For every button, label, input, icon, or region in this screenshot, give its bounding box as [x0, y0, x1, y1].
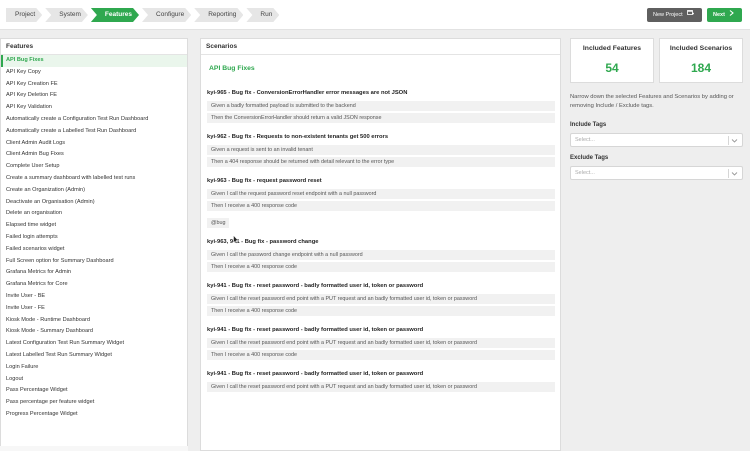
features-panel-title: Features [1, 39, 187, 55]
next-label: Next [713, 12, 725, 18]
chevron-down-icon[interactable] [731, 137, 738, 144]
scenarios-panel: Scenarios API Bug Fixes kyi-965 - Bug fi… [200, 38, 561, 451]
scenario-block: kyi-963 - Bug fix - request password res… [207, 176, 555, 228]
scenario-name: kyi-963, 941 - Bug fix - password change [207, 239, 319, 245]
feature-list-item[interactable]: API Key Deletion FE [1, 90, 187, 102]
feature-list-item[interactable]: Latest Labelled Test Run Summary Widget [1, 350, 187, 362]
feature-list-item[interactable]: Pass percentage per feature widget [1, 397, 187, 409]
scenario-feature-title: API Bug Fixes [209, 65, 255, 72]
feature-list-item[interactable]: Login Failure [1, 362, 187, 374]
breadcrumb-step-system[interactable]: System [45, 8, 88, 22]
scenario-step: Then a 404 response should be returned w… [207, 157, 555, 167]
scenario-step: Then I receive a 400 response code [207, 350, 555, 360]
feature-list-item[interactable]: Progress Percentage Widget [1, 409, 187, 421]
new-project-button[interactable]: New Project [647, 8, 702, 22]
feature-list-item[interactable]: Failed login attempts [1, 232, 187, 244]
feature-list-item[interactable]: Pass Percentage Widget [1, 385, 187, 397]
features-scroll-track[interactable] [0, 446, 188, 451]
included-features-card: Included Features 54 [570, 38, 654, 83]
scenario-step: Then I receive a 400 response code [207, 262, 555, 272]
feature-list-item[interactable]: Deactivate an Organisation (Admin) [1, 197, 187, 209]
include-tags-placeholder: Select... [575, 137, 595, 143]
scenario-list: kyi-965 - Bug fix - ConversionErrorHandl… [207, 88, 555, 392]
scenario-tag: @bug [207, 218, 230, 228]
breadcrumb-step-configure[interactable]: Configure [142, 8, 191, 22]
feature-list-item[interactable]: API Key Copy [1, 67, 187, 79]
included-scenarios-value: 184 [690, 61, 712, 75]
included-scenarios-label: Included Scenarios [669, 45, 733, 52]
scenario-step: Then the ConversionErrorHandler should r… [207, 113, 555, 123]
exclude-tags-label: Exclude Tags [570, 155, 609, 161]
scenario-block: kyi-941 - Bug fix - reset password - bad… [207, 325, 555, 360]
feature-list-item[interactable]: Kiosk Mode - Runtime Dashboard [1, 315, 187, 327]
feature-list: API Bug Fixes API Key Copy API Key Creatio… [1, 55, 187, 421]
feature-list-item[interactable]: Logout [1, 374, 187, 386]
new-project-label: New Project [653, 12, 683, 18]
scenario-step: Given I call the reset password end poin… [207, 382, 555, 392]
breadcrumb: Project System Features Configure Reporting R… [6, 8, 282, 22]
breadcrumb-step-run[interactable]: Run [246, 8, 279, 22]
exclude-tags-placeholder: Select... [575, 170, 595, 176]
feature-list-item[interactable]: Invite User - BE [1, 291, 187, 303]
feature-list-item[interactable]: Latest Configuration Test Run Summary Wi… [1, 338, 187, 350]
scenario-step: Given I call the reset password end poin… [207, 294, 555, 304]
feature-list-item[interactable]: Complete User Setup [1, 161, 187, 173]
exclude-tags-divider [728, 169, 729, 178]
mouse-cursor-icon [233, 235, 239, 244]
scenario-name: kyi-963 - Bug fix - request password res… [207, 178, 322, 184]
include-tags-label: Include Tags [570, 122, 607, 128]
feature-list-item[interactable]: Kiosk Mode - Summary Dashboard [1, 326, 187, 338]
filter-description: Narrow down the selected Features and Sc… [570, 94, 734, 109]
include-tags-select[interactable]: Select... [570, 133, 743, 147]
scenario-name: kyi-941 - Bug fix - reset password - bad… [207, 371, 424, 377]
feature-list-item[interactable]: Automatically create a Labelled Test Run… [1, 126, 187, 138]
scenario-step: Given I call the password change endpoin… [207, 250, 555, 260]
chevron-down-icon[interactable] [731, 170, 738, 177]
scenario-step: Given a request is sent to an invalid te… [207, 145, 555, 155]
chevron-right-icon [729, 8, 734, 22]
feature-list-item[interactable]: API Key Validation [1, 102, 187, 114]
feature-list-item[interactable]: Create an Organization (Admin) [1, 185, 187, 197]
breadcrumb-step-reporting[interactable]: Reporting [194, 8, 243, 22]
feature-list-item[interactable]: API Key Creation FE [1, 79, 187, 91]
scenario-block: kyi-941 - Bug fix - reset password - bad… [207, 369, 555, 392]
feature-list-item[interactable]: Delete an organisation [1, 208, 187, 220]
breadcrumb-step-project[interactable]: Project [6, 8, 42, 22]
include-tags-divider [728, 136, 729, 145]
feature-list-item[interactable]: Create a summary dashboard with labelled… [1, 173, 187, 185]
scenario-name: kyi-941 - Bug fix - reset password - bad… [207, 327, 424, 333]
scenario-block: kyi-965 - Bug fix - ConversionErrorHandl… [207, 88, 555, 123]
scenario-name: kyi-965 - Bug fix - ConversionErrorHandl… [207, 90, 408, 96]
feature-list-item[interactable]: Invite User - FE [1, 303, 187, 315]
scenarios-panel-title: Scenarios [201, 39, 560, 55]
included-features-label: Included Features [582, 45, 642, 52]
feature-list-item[interactable]: Grafana Metrics for Core [1, 279, 187, 291]
features-panel: Features API Bug Fixes API Key Copy API Ke… [0, 38, 188, 451]
window-plus-icon [686, 8, 694, 22]
scenario-name: kyi-962 - Bug fix - Requests to non-exis… [207, 134, 389, 140]
scenario-block: kyi-963, 941 - Bug fix - password change… [207, 237, 555, 272]
scenario-step: Given I call the request password reset … [207, 189, 555, 199]
feature-list-item[interactable]: Automatically create a Configuration Tes… [1, 114, 187, 126]
top-bar: Project System Features Configure Reporting R… [0, 0, 750, 30]
feature-list-item[interactable]: Failed scenarios widget [1, 244, 187, 256]
scenario-step: Given a badly formatted payload is submi… [207, 101, 555, 111]
feature-list-item[interactable]: Client Admin Audit Logs [1, 138, 187, 150]
feature-list-item[interactable]: Full Screen option for Summary Dashboard [1, 256, 187, 268]
included-scenarios-card: Included Scenarios 184 [659, 38, 743, 83]
feature-list-item[interactable]: API Bug Fixes [1, 55, 187, 67]
feature-list-item[interactable]: Elapsed time widget [1, 220, 187, 232]
feature-list-item[interactable]: Client Admin Bug Fixes [1, 149, 187, 161]
breadcrumb-step-features[interactable]: Features [91, 8, 139, 22]
exclude-tags-select[interactable]: Select... [570, 166, 743, 180]
scenario-step: Then I receive a 400 response code [207, 306, 555, 316]
scenario-name: kyi-941 - Bug fix - reset password - bad… [207, 283, 424, 289]
scenario-step: Then I receive a 400 response code [207, 201, 555, 211]
included-features-value: 54 [605, 61, 619, 75]
scenario-step: Given I call the reset password end poin… [207, 338, 555, 348]
next-button[interactable]: Next [707, 8, 742, 22]
feature-list-item[interactable]: Grafana Metrics for Admin [1, 267, 187, 279]
scenario-block: kyi-962 - Bug fix - Requests to non-exis… [207, 132, 555, 167]
scenario-block: kyi-941 - Bug fix - reset password - bad… [207, 281, 555, 316]
